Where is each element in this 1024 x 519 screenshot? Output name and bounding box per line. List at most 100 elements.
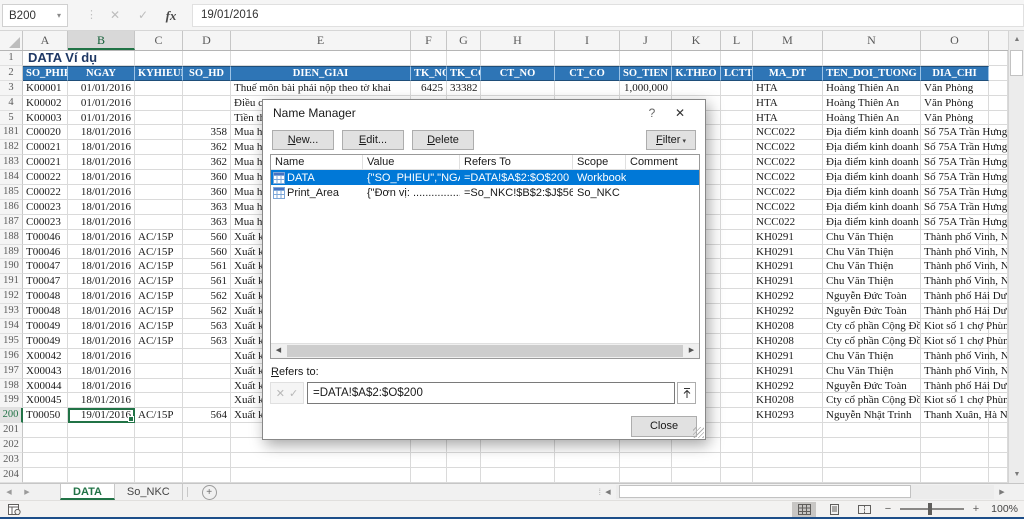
cell[interactable]: T00048 (23, 289, 68, 304)
cell[interactable]: Nguyễn Đức Toàn (823, 379, 921, 394)
cell[interactable] (989, 125, 1008, 140)
cancel-icon[interactable]: ✕ (103, 4, 127, 27)
field-header-cell[interactable]: SO_HD (183, 66, 231, 81)
cell[interactable]: T00048 (23, 304, 68, 319)
cell[interactable]: KH0291 (753, 364, 823, 379)
column-header[interactable]: N (823, 31, 921, 50)
cell[interactable]: KH0291 (753, 274, 823, 289)
cell[interactable] (989, 155, 1008, 170)
cell[interactable] (68, 438, 135, 453)
field-header-cell[interactable]: TK_NO (411, 66, 447, 81)
cell[interactable]: 18/01/2016 (68, 334, 135, 349)
cell[interactable]: 360 (183, 170, 231, 185)
row-number[interactable]: 4 (0, 96, 23, 111)
cell[interactable]: Số 75A Trần Hưng Đạ (921, 155, 989, 170)
cell[interactable]: Chu Văn Thiện (823, 230, 921, 245)
cell[interactable] (989, 259, 1008, 274)
cell[interactable]: Chu Văn Thiện (823, 364, 921, 379)
cell[interactable] (989, 453, 1008, 468)
field-header-cell[interactable]: KYHIEUHD (135, 66, 183, 81)
cell[interactable] (721, 408, 753, 423)
cell[interactable] (481, 468, 555, 483)
name-list-row[interactable]: DATA {"SO_PHIEU","NGAY","... =DATA!$A$2:… (271, 170, 699, 185)
cell[interactable]: 362 (183, 155, 231, 170)
new-button[interactable]: New... (272, 130, 334, 150)
cell[interactable] (989, 245, 1008, 260)
cell[interactable] (989, 423, 1008, 438)
refers-to-input[interactable] (307, 382, 675, 404)
row-number[interactable]: 183 (0, 155, 23, 170)
sheet-tab[interactable]: DATA (60, 484, 115, 500)
cell[interactable] (989, 51, 1008, 66)
zoom-out-icon[interactable]: − (882, 503, 894, 515)
cell[interactable] (183, 111, 231, 126)
cell[interactable]: K00002 (23, 96, 68, 111)
cell[interactable]: Nguyễn Nhật Trinh (823, 408, 921, 423)
cell[interactable] (183, 423, 231, 438)
cell[interactable]: K00001 (23, 81, 68, 96)
cell[interactable]: AC/15P (135, 274, 183, 289)
cell[interactable] (753, 468, 823, 483)
page-layout-view-icon[interactable] (822, 502, 846, 517)
cell[interactable]: 18/01/2016 (68, 170, 135, 185)
cell[interactable]: C00022 (23, 185, 68, 200)
cell[interactable]: T00046 (23, 230, 68, 245)
cell[interactable] (921, 453, 989, 468)
cell[interactable] (231, 453, 411, 468)
cell[interactable] (823, 438, 921, 453)
cell[interactable]: 560 (183, 245, 231, 260)
row-number[interactable]: 196 (0, 349, 23, 364)
scroll-right-icon[interactable]: ▶ (684, 344, 699, 358)
cell[interactable] (447, 51, 481, 66)
row-number[interactable]: 181 (0, 125, 23, 140)
name-box[interactable]: B200 ▾ (2, 4, 68, 27)
cell[interactable]: C00023 (23, 200, 68, 215)
row-number[interactable]: 201 (0, 423, 23, 438)
cell[interactable] (135, 155, 183, 170)
scroll-right-icon[interactable]: ▶ (994, 484, 1010, 500)
field-header-cell[interactable]: TEN_DOI_TUONG (823, 66, 921, 81)
cell[interactable] (989, 408, 1008, 423)
cell[interactable] (989, 215, 1008, 230)
page-break-preview-icon[interactable] (852, 502, 876, 517)
cell[interactable]: 18/01/2016 (68, 230, 135, 245)
cell[interactable] (989, 81, 1008, 96)
row-number[interactable]: 185 (0, 185, 23, 200)
name-list-column-header[interactable]: Comment (626, 155, 699, 169)
cell[interactable]: Cty cổ phần Cộng Đồng (823, 334, 921, 349)
cell[interactable]: KH0293 (753, 408, 823, 423)
cell[interactable]: Số 75A Trần Hưng Đạ (921, 170, 989, 185)
cell[interactable]: 18/01/2016 (68, 155, 135, 170)
column-header[interactable]: I (555, 31, 620, 50)
cell[interactable] (989, 230, 1008, 245)
cell[interactable] (721, 289, 753, 304)
column-header[interactable]: K (672, 31, 721, 50)
zoom-in-icon[interactable]: + (970, 503, 982, 515)
cell[interactable] (183, 468, 231, 483)
cell[interactable] (135, 215, 183, 230)
cell[interactable]: 01/01/2016 (68, 81, 135, 96)
cell[interactable] (183, 438, 231, 453)
cell[interactable] (823, 468, 921, 483)
name-box-dropdown-icon[interactable]: ▾ (51, 11, 67, 20)
row-number[interactable]: 202 (0, 438, 23, 453)
row-number[interactable]: 200 (0, 408, 23, 423)
name-list-hscrollbar-thumb[interactable] (287, 345, 683, 357)
enter-icon[interactable]: ✓ (289, 387, 298, 400)
cell[interactable] (183, 349, 231, 364)
cell[interactable] (721, 379, 753, 394)
cell[interactable]: Số 75A Trần Hưng Đạ (921, 200, 989, 215)
cell[interactable] (989, 274, 1008, 289)
cell[interactable]: T00049 (23, 334, 68, 349)
cell[interactable]: 18/01/2016 (68, 304, 135, 319)
tab-scroll-left-icon[interactable]: ◀ (0, 484, 18, 500)
name-list-row[interactable]: Print_Area {"Đơn vị: .................",… (271, 185, 699, 200)
cell[interactable]: Hoàng Thiên An (823, 111, 921, 126)
cell[interactable] (721, 319, 753, 334)
cell[interactable] (183, 51, 231, 66)
column-header[interactable]: G (447, 31, 481, 50)
cell[interactable] (721, 170, 753, 185)
cell[interactable]: 560 (183, 230, 231, 245)
filter-button[interactable]: Filter▾ (646, 130, 696, 150)
cell[interactable]: Chu Văn Thiện (823, 259, 921, 274)
